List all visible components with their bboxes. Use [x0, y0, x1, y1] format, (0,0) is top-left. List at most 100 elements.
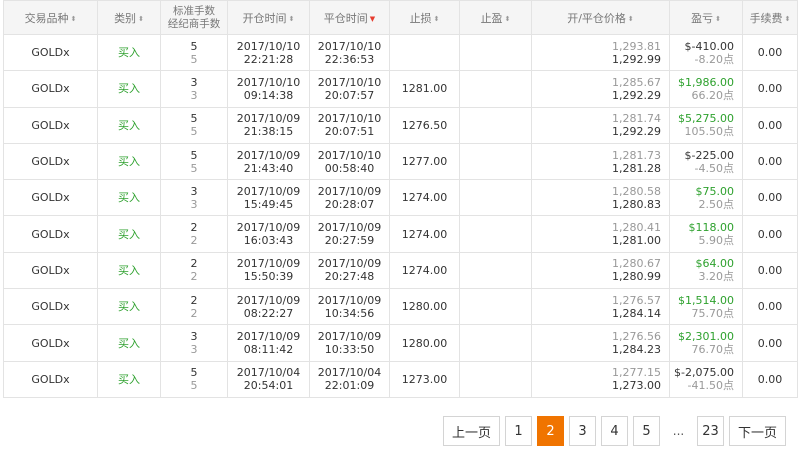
- cell-profit: $1,986.00 66.20点: [669, 70, 743, 108]
- cell-stop-loss: 1280.00: [389, 288, 460, 326]
- profit-amount: $1,986.00: [678, 75, 734, 89]
- broker-lots: 3: [190, 88, 198, 102]
- table-row: GOLDx 买入 2 2 2017/10/09 16:03:43 2017/10/09 20:…: [3, 215, 798, 253]
- cell-open-time: 2017/10/09 21:43:40: [227, 142, 310, 181]
- cell-symbol: GOLDx: [3, 324, 98, 362]
- cell-profit: $-410.00 -8.20点: [669, 33, 743, 72]
- cell-type: 买入: [97, 251, 161, 290]
- cell-close-time: 2017/10/10 00:58:40: [309, 142, 390, 181]
- std-lots: 2: [190, 257, 198, 271]
- stop-loss-value: 1274.00: [401, 191, 448, 205]
- close-date: 2017/10/09: [317, 221, 382, 235]
- open-clock: 08:22:27: [243, 306, 294, 320]
- cell-price: 1,280.58 1,280.83: [531, 179, 670, 217]
- symbol-text: GOLDx: [31, 118, 70, 132]
- close-clock: 10:34:56: [324, 306, 375, 320]
- cell-close-time: 2017/10/09 20:27:59: [309, 215, 390, 253]
- column-header-label: 手续费: [749, 11, 783, 25]
- stop-loss-value: 1274.00: [401, 263, 448, 277]
- open-date: 2017/10/09: [236, 293, 301, 307]
- stop-loss-value: 1276.50: [401, 118, 448, 132]
- column-header-label: 止盈: [480, 11, 503, 25]
- cell-take-profit: [459, 179, 532, 217]
- open-clock: 08:11:42: [243, 343, 294, 357]
- type-text: 买入: [118, 372, 140, 386]
- cell-type: 买入: [97, 288, 161, 326]
- std-lots: 3: [190, 184, 198, 198]
- profit-points: 3.20点: [698, 270, 735, 284]
- column-header-stop-loss[interactable]: 止损 ⬍: [389, 0, 460, 35]
- close-date: 2017/10/04: [317, 366, 382, 380]
- cell-close-time: 2017/10/09 20:27:48: [309, 251, 390, 290]
- column-header-take-profit[interactable]: 止盈 ⬍: [459, 0, 532, 35]
- cell-fee: 0.00: [742, 324, 798, 362]
- profit-points: 105.50点: [684, 125, 735, 139]
- profit-points: 75.70点: [691, 306, 735, 320]
- column-header-label: 交易品种: [24, 11, 69, 25]
- cell-price: 1,276.56 1,284.23: [531, 324, 670, 362]
- column-header-fee[interactable]: 手续费 ⬍: [742, 0, 798, 35]
- open-clock: 15:50:39: [243, 270, 294, 284]
- cell-type: 买入: [97, 179, 161, 217]
- type-text: 买入: [118, 336, 140, 350]
- page-button-last[interactable]: 23: [697, 416, 724, 446]
- close-clock: 00:58:40: [324, 161, 375, 175]
- fee-value: 0.00: [757, 227, 783, 241]
- column-header-type[interactable]: 类别 ⬍: [97, 0, 161, 35]
- cell-take-profit: [459, 106, 532, 144]
- column-header-open-time[interactable]: 开仓时间 ⬍: [227, 0, 310, 35]
- open-clock: 21:43:40: [243, 161, 294, 175]
- column-header-price[interactable]: 开/平仓价格 ⬍: [531, 0, 670, 35]
- broker-lots: 3: [190, 197, 198, 211]
- column-header-symbol[interactable]: 交易品种 ⬍: [3, 0, 98, 35]
- table-row: GOLDx 买入 2 2 2017/10/09 08:22:27 2017/10/09 10:…: [3, 288, 798, 326]
- column-header-close-time[interactable]: 平仓时间 ▼: [309, 0, 390, 35]
- page-button-2-current[interactable]: 2: [537, 416, 564, 446]
- close-price: 1,284.23: [612, 343, 661, 357]
- close-price: 1,292.29: [612, 88, 661, 102]
- open-clock: 09:14:38: [243, 88, 294, 102]
- type-text: 买入: [118, 191, 140, 205]
- cell-price: 1,281.73 1,281.28: [531, 142, 670, 181]
- cell-lots: 22: [160, 251, 228, 290]
- close-price: 1,292.99: [612, 52, 661, 66]
- cell-open-time: 2017/10/09 08:22:27: [227, 288, 310, 326]
- symbol-text: GOLDx: [31, 227, 70, 241]
- column-header-label: 盈亏: [691, 11, 714, 25]
- table-row: GOLDx 买入 5 5 2017/10/10 22:21:28 2017/10/10 22:…: [3, 33, 798, 72]
- page-button-5[interactable]: 5: [633, 416, 660, 446]
- cell-price: 1,277.15 1,273.00: [531, 360, 670, 398]
- page-button-3[interactable]: 3: [569, 416, 596, 446]
- page-button-1[interactable]: 1: [505, 416, 532, 446]
- open-price: 1,276.57: [612, 293, 661, 307]
- column-header-profit[interactable]: 盈亏 ⬍: [669, 0, 743, 35]
- sort-icon: ⬍: [627, 14, 634, 23]
- cell-lots: 55: [160, 33, 228, 72]
- close-clock: 20:07:51: [324, 125, 375, 139]
- close-price: 1,281.00: [612, 234, 661, 248]
- close-date: 2017/10/09: [317, 184, 382, 198]
- pagination: 上一页 1 2 3 4 5 ... 23 下一页: [443, 416, 791, 446]
- close-price: 1,284.14: [612, 306, 661, 320]
- cell-close-time: 2017/10/10 22:36:53: [309, 33, 390, 72]
- symbol-text: GOLDx: [31, 300, 70, 314]
- next-page-button[interactable]: 下一页: [729, 416, 786, 446]
- cell-type: 买入: [97, 360, 161, 398]
- open-price: 1,281.74: [612, 112, 661, 126]
- cell-stop-loss: 1276.50: [389, 106, 460, 144]
- open-date: 2017/10/10: [236, 75, 301, 89]
- cell-close-time: 2017/10/09 10:33:50: [309, 324, 390, 362]
- prev-page-button[interactable]: 上一页: [443, 416, 500, 446]
- cell-profit: $118.00 5.90点: [669, 215, 743, 253]
- fee-value: 0.00: [757, 336, 783, 350]
- open-price: 1,280.67: [612, 257, 661, 271]
- cell-close-time: 2017/10/09 20:28:07: [309, 179, 390, 217]
- cell-symbol: GOLDx: [3, 179, 98, 217]
- close-price: 1,280.99: [612, 270, 661, 284]
- page-button-4[interactable]: 4: [601, 416, 628, 446]
- stop-loss-value: 1273.00: [401, 372, 448, 386]
- open-clock: 16:03:43: [243, 234, 294, 248]
- cell-fee: 0.00: [742, 288, 798, 326]
- cell-fee: 0.00: [742, 215, 798, 253]
- column-header-std-lots: 标准手数: [173, 4, 215, 17]
